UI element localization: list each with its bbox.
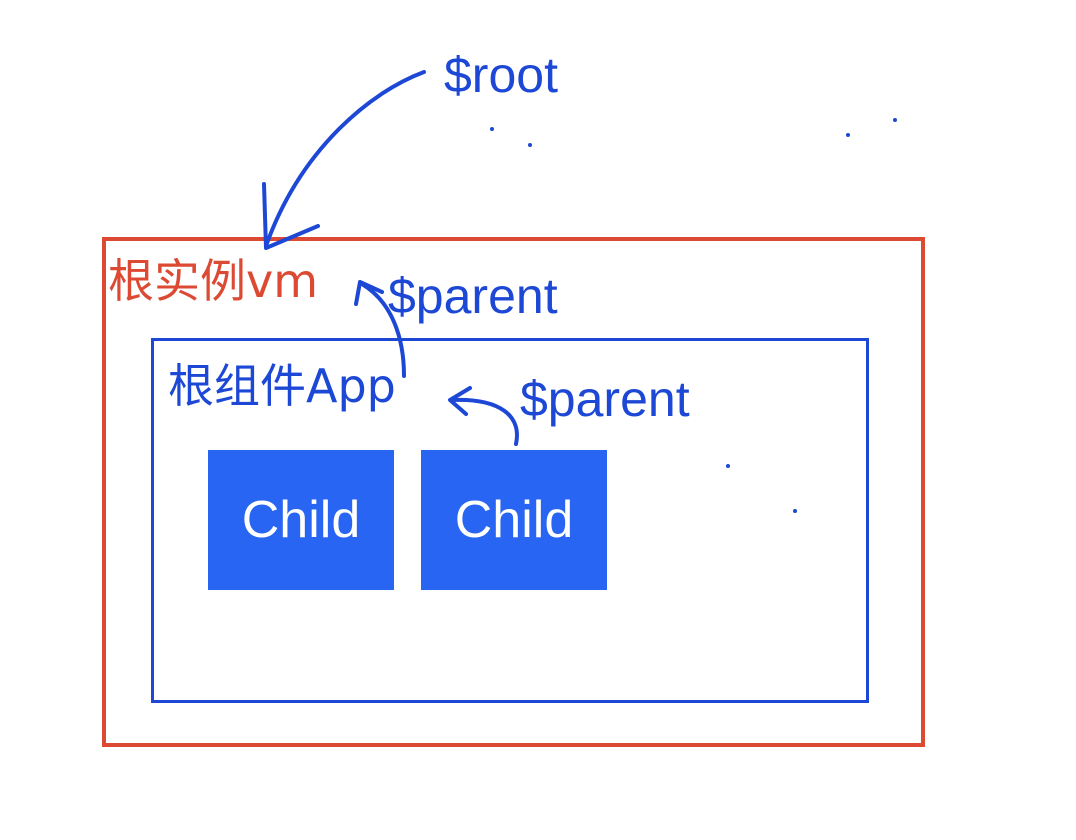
parent-ref-arrow-child — [450, 397, 519, 446]
root-ref-arrow — [264, 70, 426, 248]
diagram-canvas: Child Child 根实例vm 根组件App $root $parent $… — [0, 0, 1076, 840]
stray-dots — [490, 118, 897, 513]
parent-ref-arrowhead-app — [354, 280, 384, 306]
annotation-layer — [262, 70, 897, 513]
parent-ref-arrow-app — [360, 282, 406, 378]
